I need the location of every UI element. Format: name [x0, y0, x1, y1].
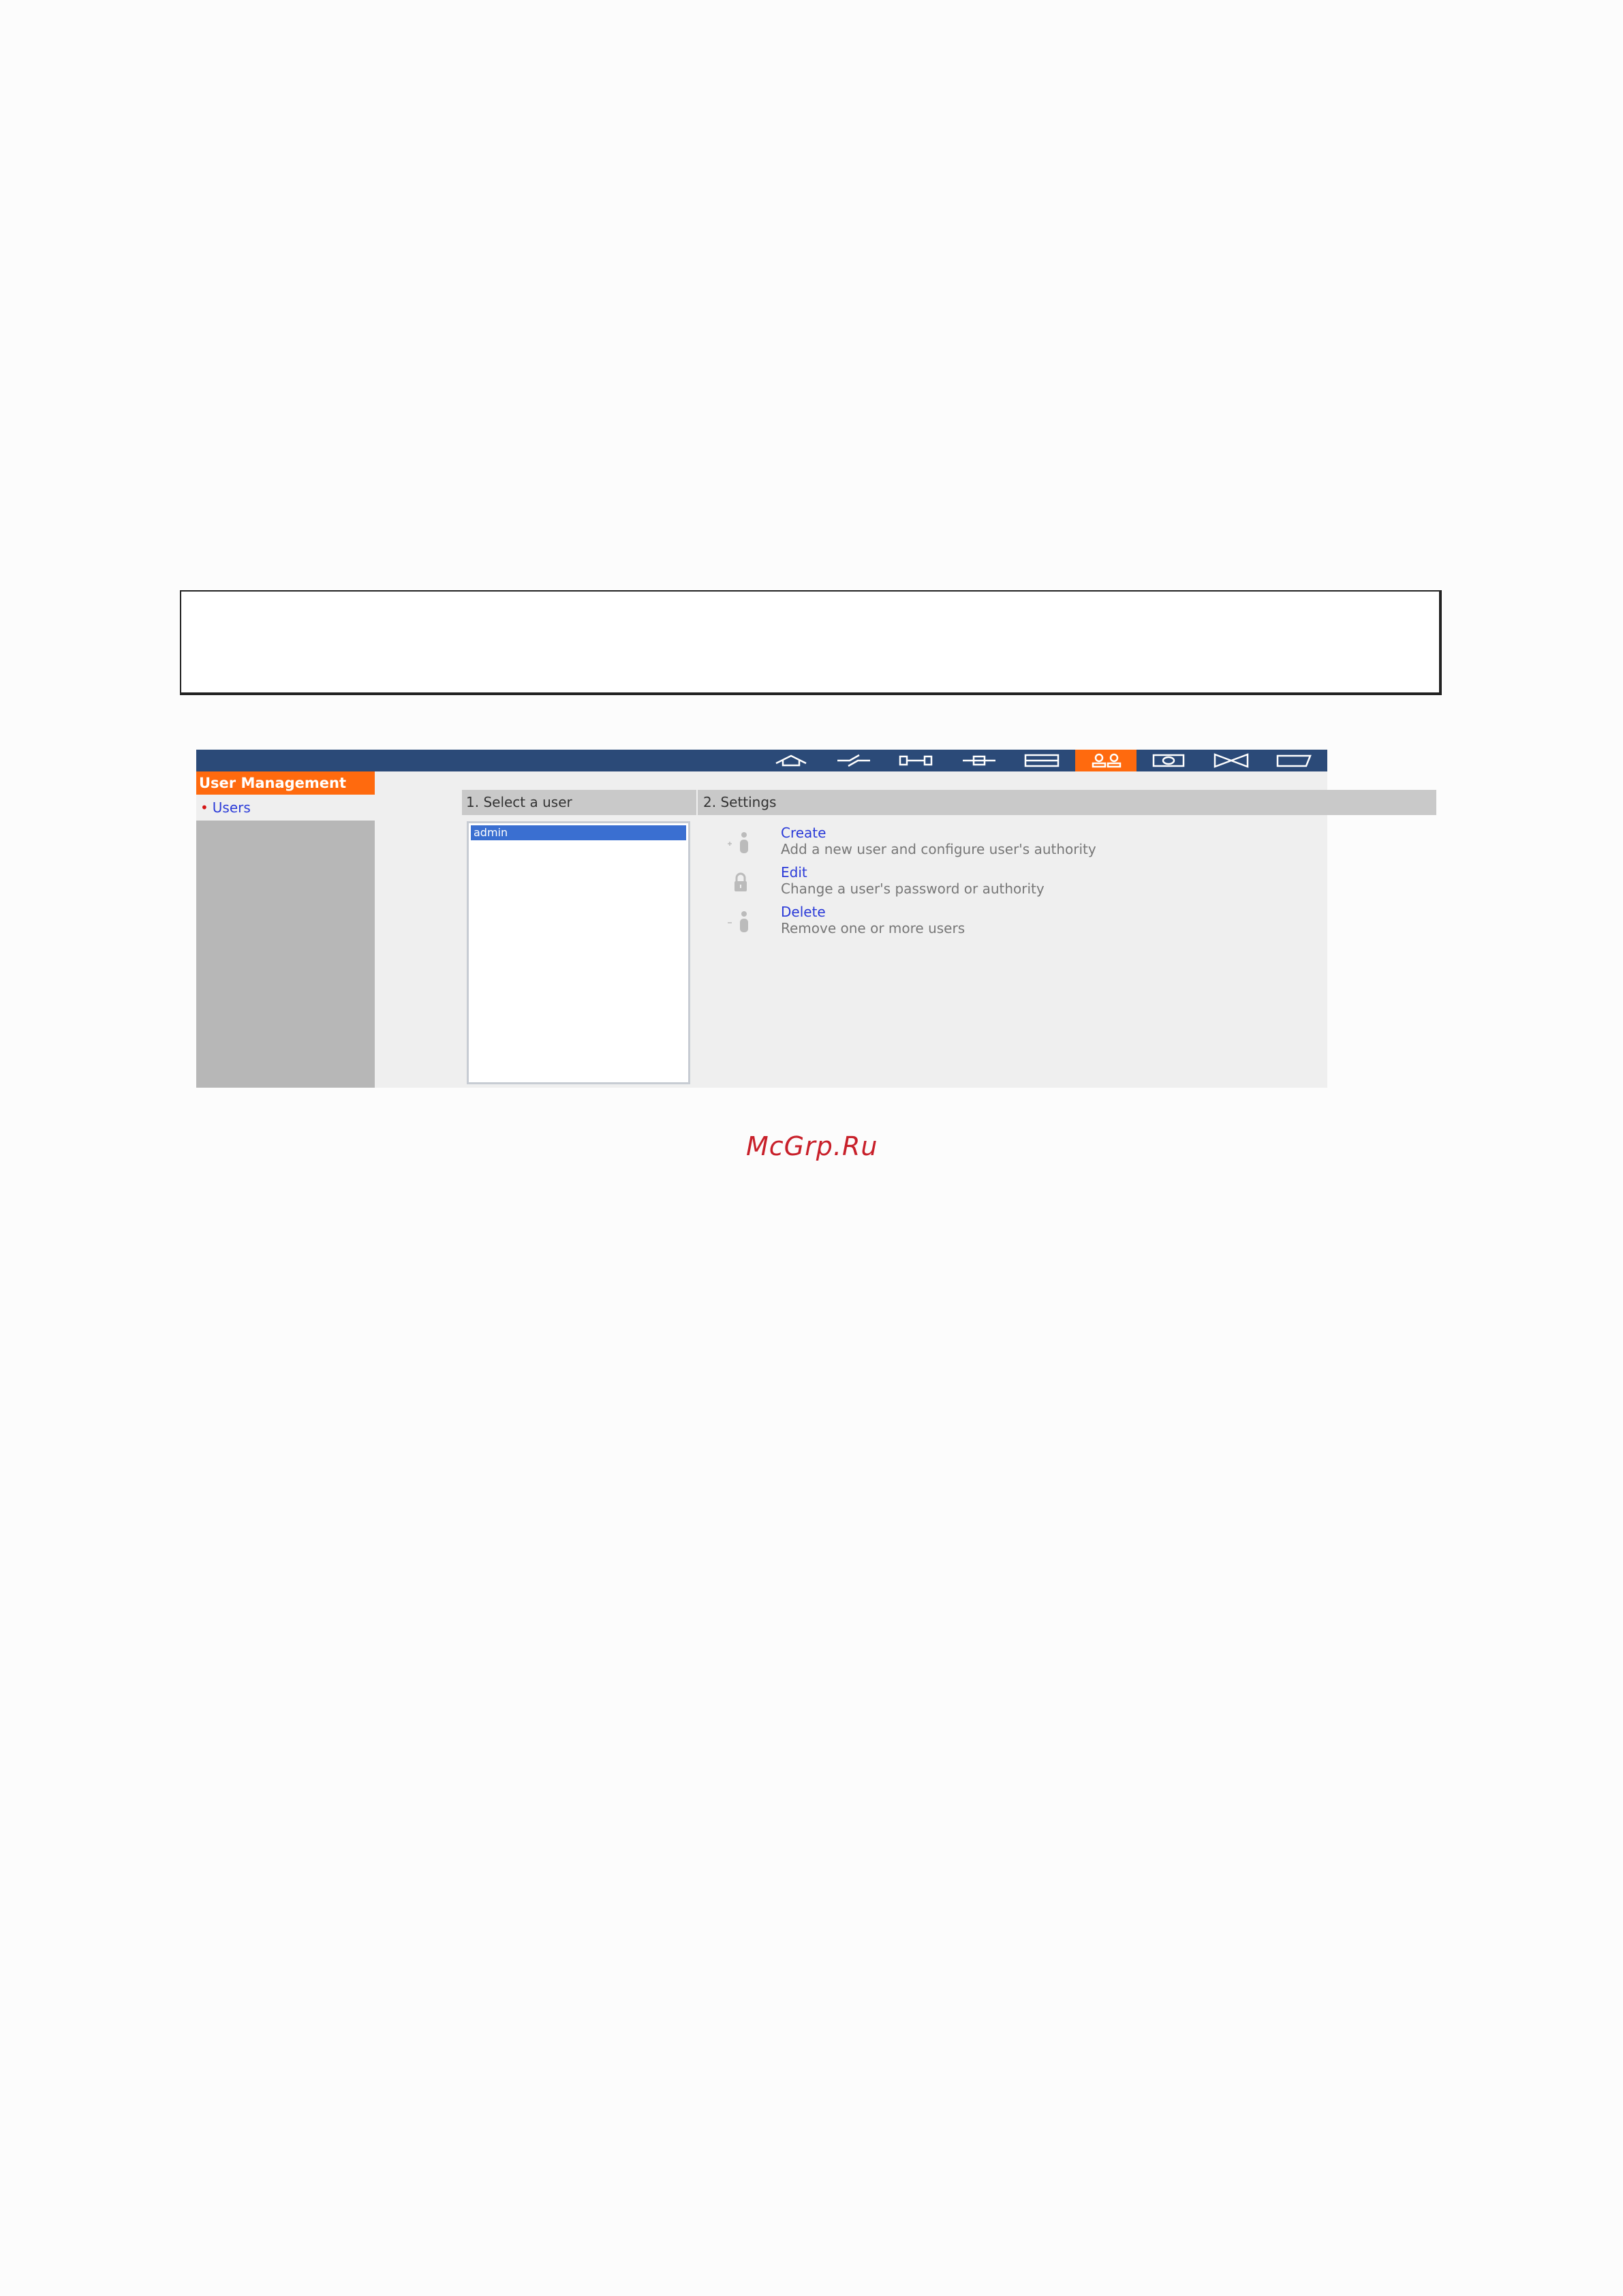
- settings-header: 2. Settings: [696, 790, 1436, 815]
- storage-icon[interactable]: [1011, 750, 1072, 771]
- plug-icon[interactable]: [948, 750, 1010, 771]
- sidebar-item-label: Users: [212, 799, 251, 816]
- sidebar: User Management • Users: [196, 771, 375, 1088]
- nas-admin-window: User Management • Users 1. Select a user …: [196, 750, 1436, 1088]
- delete-action: Delete Remove one or more users: [724, 904, 1132, 938]
- delete-link[interactable]: Delete: [781, 904, 826, 920]
- sidebar-item-users[interactable]: • Users: [196, 795, 375, 821]
- remove-user-icon[interactable]: [724, 908, 756, 935]
- camera-icon[interactable]: [1138, 750, 1199, 771]
- lock-icon[interactable]: [724, 868, 756, 896]
- home-icon[interactable]: [760, 750, 822, 771]
- add-user-icon[interactable]: [724, 829, 756, 856]
- select-user-header: 1. Select a user: [462, 790, 696, 815]
- users-icon[interactable]: [1075, 750, 1137, 771]
- top-nav-bar: [196, 750, 1327, 771]
- user-listbox[interactable]: admin: [467, 821, 690, 1084]
- create-action: Create Add a new user and configure user…: [724, 825, 1132, 859]
- note-box: [180, 590, 1442, 695]
- create-description: Add a new user and configure user's auth…: [781, 841, 1096, 857]
- sidebar-title: User Management: [196, 771, 375, 795]
- media-icon[interactable]: [1201, 750, 1262, 771]
- edit-description: Change a user's password or authority: [781, 881, 1045, 897]
- bullet-icon: •: [200, 799, 208, 816]
- delete-description: Remove one or more users: [781, 920, 965, 936]
- tag-icon[interactable]: [1263, 750, 1325, 771]
- create-link[interactable]: Create: [781, 825, 826, 841]
- watermark: McGrp.Ru: [746, 1131, 878, 1161]
- list-item[interactable]: admin: [471, 825, 686, 840]
- edit-link[interactable]: Edit: [781, 864, 807, 881]
- edit-action: Edit Change a user's password or authori…: [724, 864, 1132, 898]
- power-icon[interactable]: [823, 750, 884, 771]
- network-icon[interactable]: [886, 750, 947, 771]
